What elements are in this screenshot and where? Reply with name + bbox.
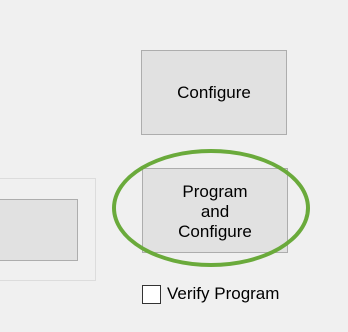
configure-button-label: Configure bbox=[177, 82, 251, 102]
program-and-configure-button-label: Program and Configure bbox=[178, 181, 252, 241]
partial-left-button[interactable] bbox=[0, 199, 78, 261]
verify-program-checkbox[interactable] bbox=[142, 284, 161, 304]
configure-button[interactable]: Configure bbox=[141, 50, 287, 135]
verify-program-label: Verify Program bbox=[167, 284, 280, 303]
verify-program-option[interactable]: Verify Program bbox=[142, 284, 279, 304]
program-and-configure-button[interactable]: Program and Configure bbox=[142, 168, 288, 253]
